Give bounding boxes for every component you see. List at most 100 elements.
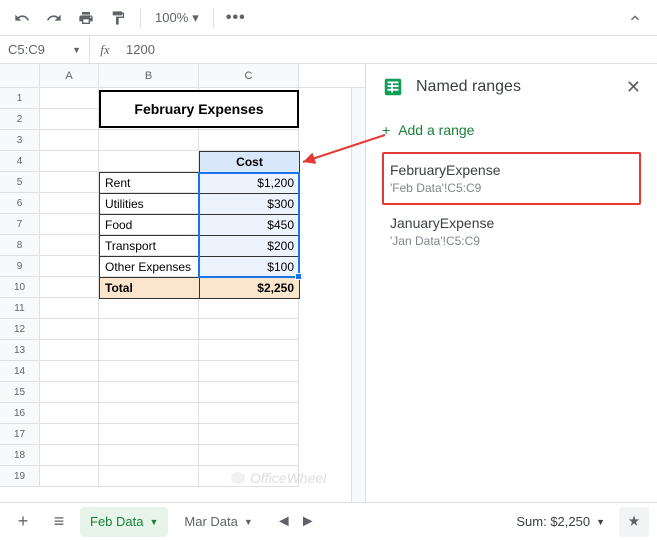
cell[interactable] — [40, 235, 99, 256]
add-range-button[interactable]: + Add a range — [382, 114, 641, 152]
print-button[interactable] — [72, 4, 100, 32]
nav-left-button[interactable]: ◄ — [273, 511, 295, 533]
redo-button[interactable] — [40, 4, 68, 32]
cell[interactable] — [40, 109, 99, 130]
cell[interactable] — [99, 445, 199, 466]
close-button[interactable]: ✕ — [626, 77, 641, 98]
spreadsheet-grid[interactable]: A B C 1 2 3 4 5 6 7 8 9 10 11 12 13 14 1… — [0, 64, 365, 502]
cell[interactable] — [99, 340, 199, 361]
col-header-b[interactable]: B — [99, 64, 199, 87]
explore-button[interactable] — [619, 507, 649, 537]
cell[interactable] — [40, 403, 99, 424]
total-value[interactable]: $2,250 — [200, 278, 300, 299]
cell[interactable] — [40, 172, 99, 193]
item-label[interactable]: Other Expenses — [100, 257, 200, 278]
row-header[interactable]: 15 — [0, 382, 40, 403]
cell[interactable] — [40, 340, 99, 361]
expand-button[interactable] — [621, 4, 649, 32]
row-header[interactable]: 3 — [0, 130, 40, 151]
vertical-scrollbar[interactable] — [351, 88, 365, 502]
cell[interactable] — [199, 130, 299, 151]
item-value[interactable]: $1,200 — [200, 173, 300, 194]
chevron-down-icon[interactable]: ▼ — [149, 517, 158, 527]
row-header[interactable]: 5 — [0, 172, 40, 193]
cell[interactable] — [40, 88, 99, 109]
item-value[interactable]: $200 — [200, 236, 300, 257]
row-header[interactable]: 12 — [0, 319, 40, 340]
add-sheet-button[interactable]: + — [8, 507, 38, 537]
cell[interactable] — [199, 403, 299, 424]
cell[interactable] — [40, 151, 99, 172]
cell[interactable] — [99, 466, 199, 487]
quick-sum[interactable]: Sum: $2,250▼ — [508, 510, 613, 533]
zoom-dropdown[interactable]: 100%▾ — [149, 10, 205, 26]
row-header[interactable]: 16 — [0, 403, 40, 424]
row-header[interactable]: 1 — [0, 88, 40, 109]
all-sheets-button[interactable]: ≡ — [44, 507, 74, 537]
cell[interactable] — [40, 256, 99, 277]
cell[interactable] — [40, 319, 99, 340]
row-header[interactable]: 9 — [0, 256, 40, 277]
more-button[interactable]: ••• — [222, 4, 250, 32]
cell[interactable] — [40, 298, 99, 319]
name-box[interactable]: C5:C9▼ — [0, 36, 90, 63]
row-header[interactable]: 11 — [0, 298, 40, 319]
row-header[interactable]: 10 — [0, 277, 40, 298]
item-label[interactable]: Rent — [100, 173, 200, 194]
table-title[interactable]: February Expenses — [99, 90, 299, 128]
cell[interactable] — [199, 424, 299, 445]
row-header[interactable]: 14 — [0, 361, 40, 382]
row-header[interactable]: 7 — [0, 214, 40, 235]
cell[interactable] — [99, 382, 199, 403]
cell[interactable] — [40, 277, 99, 298]
item-label[interactable]: Utilities — [100, 194, 200, 215]
cell[interactable] — [99, 298, 199, 319]
paint-format-button[interactable] — [104, 4, 132, 32]
formula-input[interactable]: 1200 — [120, 42, 161, 57]
sheet-tab[interactable]: Feb Data▼ — [80, 507, 168, 537]
named-range-item[interactable]: JanuaryExpense 'Jan Data'!C5:C9 — [382, 205, 641, 258]
cell[interactable] — [199, 340, 299, 361]
cell[interactable] — [199, 361, 299, 382]
row-header[interactable]: 17 — [0, 424, 40, 445]
cell[interactable] — [199, 319, 299, 340]
chevron-down-icon[interactable]: ▼ — [244, 517, 253, 527]
cell[interactable] — [40, 214, 99, 235]
cell[interactable] — [40, 193, 99, 214]
row-header[interactable]: 4 — [0, 151, 40, 172]
item-value[interactable]: $300 — [200, 194, 300, 215]
col-header-c[interactable]: C — [199, 64, 299, 87]
item-value[interactable]: $100 — [200, 257, 300, 278]
cell[interactable] — [99, 361, 199, 382]
item-value[interactable]: $450 — [200, 215, 300, 236]
row-header[interactable]: 6 — [0, 193, 40, 214]
item-label[interactable]: Transport — [100, 236, 200, 257]
col-header-a[interactable]: A — [40, 64, 99, 87]
cell[interactable] — [40, 424, 99, 445]
cell[interactable] — [199, 445, 299, 466]
total-label[interactable]: Total — [100, 278, 200, 299]
cell[interactable] — [199, 298, 299, 319]
cell[interactable] — [99, 424, 199, 445]
row-header[interactable]: 19 — [0, 466, 40, 487]
cell[interactable] — [40, 130, 99, 151]
cell[interactable] — [40, 382, 99, 403]
nav-right-button[interactable]: ► — [297, 511, 319, 533]
cell[interactable] — [99, 319, 199, 340]
undo-button[interactable] — [8, 4, 36, 32]
cost-header[interactable]: Cost — [200, 152, 300, 173]
cell[interactable] — [199, 382, 299, 403]
item-label[interactable]: Food — [100, 215, 200, 236]
row-header[interactable]: 13 — [0, 340, 40, 361]
row-header[interactable]: 18 — [0, 445, 40, 466]
row-header[interactable]: 8 — [0, 235, 40, 256]
cell[interactable] — [40, 466, 99, 487]
select-all-corner[interactable] — [0, 64, 40, 87]
row-header[interactable]: 2 — [0, 109, 40, 130]
cell[interactable] — [40, 445, 99, 466]
cell[interactable] — [99, 130, 199, 151]
sheet-tab[interactable]: Mar Data▼ — [174, 507, 262, 537]
cell[interactable] — [199, 466, 299, 487]
cell[interactable] — [99, 403, 199, 424]
named-range-item[interactable]: FebruaryExpense 'Feb Data'!C5:C9 — [382, 152, 641, 205]
